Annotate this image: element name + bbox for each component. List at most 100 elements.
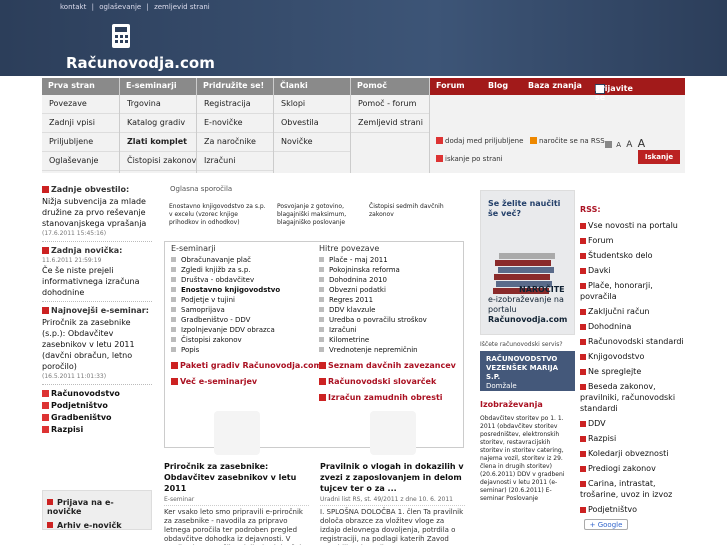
nav-knowledge-base[interactable]: Baza znanja: [528, 81, 582, 90]
link-list-item[interactable]: Izpolnjevanje DDV obrazca: [171, 326, 275, 334]
nav-item[interactable]: Povezave: [42, 95, 119, 114]
nav-item[interactable]: Oglaševanje: [42, 152, 119, 171]
rss-link[interactable]: naročite se na RSS: [530, 137, 605, 145]
link-list-item[interactable]: Gradbeništvo - DDV: [171, 316, 250, 324]
latest-seminar-text[interactable]: Priročnik za zasebnike (s.p.): Obdavčite…: [42, 317, 152, 372]
nav-item[interactable]: Novičke: [274, 133, 350, 152]
rss-items: Vse novosti na portalu Forum Študentsko de…: [580, 220, 685, 515]
left-menu-tenders[interactable]: Razpisi: [42, 425, 152, 434]
elearning-banner[interactable]: Se želite naučiti še več? NAROČITE e-izo…: [480, 190, 575, 335]
rss-item[interactable]: Beseda zakonov, pravilniki, računovodski…: [580, 381, 685, 414]
top-link-contact[interactable]: kontakt: [60, 3, 86, 11]
nav-item[interactable]: Zadnji vpisi: [42, 114, 119, 133]
rss-item[interactable]: Koledarji obveznosti: [580, 448, 685, 459]
rss-item[interactable]: Ne spreglejte: [580, 366, 685, 377]
left-menu-accounting[interactable]: Računovodstvo: [42, 389, 152, 398]
nav-item[interactable]: Katalog gradiv: [120, 114, 196, 133]
link-list-item[interactable]: Vrednotenje nepremičnin: [319, 346, 418, 354]
rss-item[interactable]: Računovodski standardi: [580, 336, 685, 347]
nav-head-articles[interactable]: Članki: [274, 78, 350, 95]
site-header: kontakt | oglaševanje | zemljevid strani…: [0, 0, 727, 76]
nav-head-join[interactable]: Pridružite se!: [197, 78, 273, 95]
nav-item[interactable]: Zemljevid strani: [351, 114, 429, 133]
nav-head-home[interactable]: Prva stran: [42, 78, 119, 95]
nav-item[interactable]: Trgovina: [120, 95, 196, 114]
bullet-icon: [319, 317, 324, 322]
link-list-item[interactable]: Regres 2011: [319, 296, 373, 304]
rss-item[interactable]: DDV: [580, 418, 685, 429]
nav-blog[interactable]: Blog: [488, 81, 508, 90]
bookmark-link[interactable]: dodaj med priljubljene: [436, 137, 523, 145]
link-list-item[interactable]: Samoprijava: [171, 306, 225, 314]
latest-news-text[interactable]: Če še niste prejeli informativnega izrač…: [42, 265, 152, 298]
link-list-item[interactable]: Obvezni podatki: [319, 286, 386, 294]
site-logo[interactable]: Računovodja.com: [66, 24, 215, 72]
google-add-button[interactable]: + Google: [584, 519, 628, 530]
font-medium-button[interactable]: A: [626, 140, 632, 150]
nav-item[interactable]: Izračuni: [197, 152, 273, 171]
rss-item[interactable]: Plače, honorarji, povračila: [580, 280, 685, 302]
ad-item[interactable]: Enostavno knjigovodstvo za s.p. v excelu…: [169, 203, 269, 227]
nav-forum[interactable]: Forum: [436, 81, 465, 90]
service-box[interactable]: RAČUNOVODSTVO VEZENŠEK MARIJA S.P. Domža…: [480, 351, 575, 391]
article-title[interactable]: Priročnik za zasebnike: Obdavčitev zaseb…: [164, 461, 309, 494]
nav-item[interactable]: Za naročnike: [197, 133, 273, 152]
rss-item[interactable]: Forum: [580, 235, 685, 246]
ad-item[interactable]: Čistopisi sedmih davčnih zakonov: [369, 203, 449, 219]
search-link[interactable]: iskanje po strani: [436, 155, 503, 163]
glossary-link[interactable]: Računovodski slovarček: [319, 377, 436, 386]
link-list-item[interactable]: Dohodnina 2010: [319, 276, 387, 284]
left-menu-business[interactable]: Podjetništvo: [42, 401, 152, 410]
nav-item[interactable]: Čistopisi zakonov: [120, 152, 196, 171]
link-list-item[interactable]: Uredba o povračilu stroškov: [319, 316, 427, 324]
font-large-button[interactable]: A: [638, 137, 646, 150]
rss-item[interactable]: Zaključni račun: [580, 306, 685, 317]
trainings-text[interactable]: Obdavčitev storitev po 1. 1. 2011 (obdav…: [480, 415, 575, 503]
newsletter-signup-link[interactable]: Prijava na e-novičke: [47, 498, 147, 516]
top-link-ads[interactable]: oglaševanje: [99, 3, 141, 11]
link-list-item[interactable]: Kilometrine: [319, 336, 369, 344]
nav-item[interactable]: Priljubljene: [42, 133, 119, 152]
rss-item[interactable]: Razpisi: [580, 433, 685, 444]
nav-item[interactable]: Obvestila: [274, 114, 350, 133]
nav-item[interactable]: Pomoč - forum: [351, 95, 429, 114]
nav-col-join: Pridružite se! Registracija E-novičke Za…: [197, 78, 274, 173]
newsletter-archive-link[interactable]: Arhiv e-novičk: [47, 521, 147, 530]
rss-item[interactable]: Vse novosti na portalu: [580, 220, 685, 231]
rss-item[interactable]: Podjetništvo: [580, 504, 685, 515]
rss-item[interactable]: Davki: [580, 265, 685, 276]
rss-item[interactable]: Dohodnina: [580, 321, 685, 332]
nav-item[interactable]: Zlati komplet: [120, 133, 196, 152]
nav-head-help[interactable]: Pomoč: [351, 78, 429, 95]
link-list-item[interactable]: Obračunavanje plač: [171, 256, 251, 264]
ad-item[interactable]: Posvojanje z gotovino, blagajniški maksi…: [277, 203, 369, 227]
link-list-item[interactable]: Pokojninska reforma: [319, 266, 400, 274]
rss-item[interactable]: Carina, intrastat, trošarine, uvoz in iz…: [580, 478, 685, 500]
taxpayers-link[interactable]: Seznam davčnih zavezancev: [319, 361, 456, 370]
link-list-item[interactable]: Podjetje v tujini: [171, 296, 235, 304]
left-menu-construction[interactable]: Gradbeništvo: [42, 413, 152, 422]
link-list-item[interactable]: Društva - obdavčitev: [171, 276, 254, 284]
interest-calc-link[interactable]: Izračun zamudnih obresti: [319, 393, 443, 402]
article-title[interactable]: Pravilnik o vlogah in dokazilih v zvezi …: [320, 461, 465, 494]
link-list-item[interactable]: Izračuni: [319, 326, 357, 334]
top-link-sitemap[interactable]: zemljevid strani: [154, 3, 210, 11]
rss-item[interactable]: Študentsko delo: [580, 250, 685, 261]
font-small-button[interactable]: A: [616, 141, 621, 149]
nav-item[interactable]: Sklopi: [274, 95, 350, 114]
nav-head-seminars[interactable]: E-seminarji: [120, 78, 196, 95]
link-list-item[interactable]: Popis: [171, 346, 199, 354]
link-list-item[interactable]: DDV klavzule: [319, 306, 375, 314]
link-list-item[interactable]: Zgledi knjižb za s.p.: [171, 266, 251, 274]
latest-notice-text[interactable]: Nižja subvencija za mlade družine za prv…: [42, 196, 152, 229]
nav-item[interactable]: Registracija: [197, 95, 273, 114]
link-list-item[interactable]: Plače - maj 2011: [319, 256, 388, 264]
search-button[interactable]: Iskanje: [638, 150, 680, 164]
more-seminars-link[interactable]: Več e-seminarjev: [171, 377, 257, 386]
gradiva-link[interactable]: Paketi gradiv Računovodja.com: [171, 361, 322, 370]
nav-item[interactable]: E-novičke: [197, 114, 273, 133]
link-list-item[interactable]: Čistopisi zakonov: [171, 336, 242, 344]
rss-item[interactable]: Prediogi zakonov: [580, 463, 685, 474]
link-list-item[interactable]: Enostavno knjigovodstvo: [171, 286, 280, 294]
rss-item[interactable]: Knjigovodstvo: [580, 351, 685, 362]
